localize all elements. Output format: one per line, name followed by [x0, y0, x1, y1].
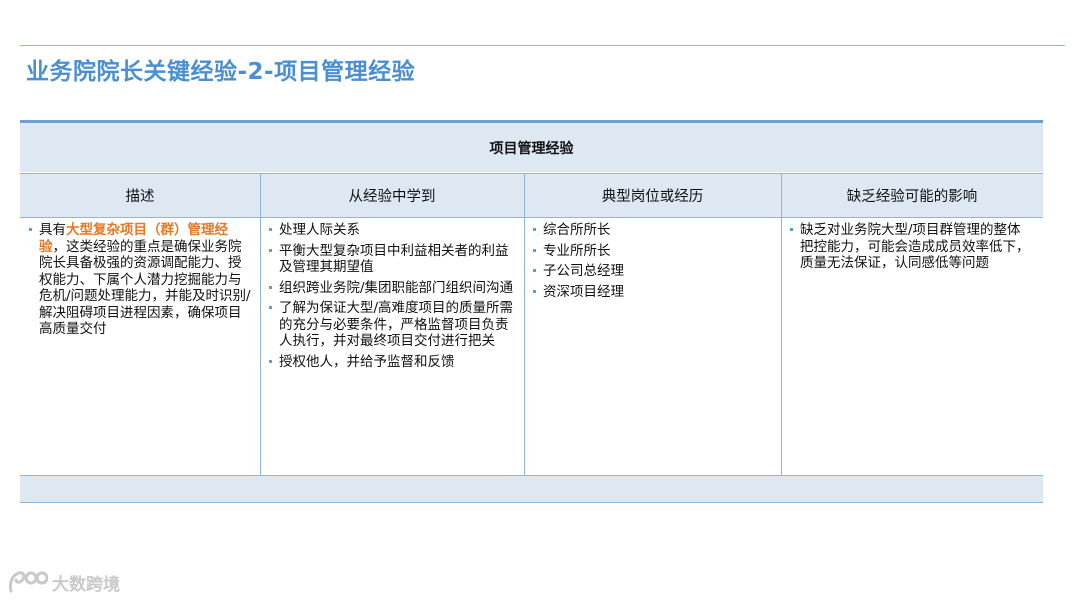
cell-learned: 处理人际关系 平衡大型复杂项目中利益相关者的利益及管理其期望值 组织跨业务院/集… [269, 222, 517, 374]
column-divider [781, 173, 782, 475]
learned-item: 平衡大型复杂项目中利益相关者的利益及管理其期望值 [269, 243, 517, 276]
table-footer-band [20, 475, 1043, 503]
learned-item: 了解为保证大型/高难度项目的质量所需的充分与必要条件，严格监督项目负责人执行，并… [269, 300, 517, 350]
cell-description: 具有大型复杂项目（群）管理经验，这类经验的重点是确保业务院院长具备极强的资源调配… [29, 222, 251, 342]
position-item: 综合所所长 [533, 222, 773, 239]
position-item: 专业所所长 [533, 243, 773, 260]
header-positions: 典型岗位或经历 [601, 189, 704, 205]
header-learned: 从经验中学到 [348, 189, 436, 205]
page-title: 业务院院长关键经验-2-项目管理经验 [26, 59, 416, 85]
experience-table: 项目管理经验 描述 从经验中学到 典型岗位或经历 缺乏经验可能的影响 具有大型复… [20, 120, 1043, 503]
top-rule [20, 45, 1065, 46]
description-item: 具有大型复杂项目（群）管理经验，这类经验的重点是确保业务院院长具备极强的资源调配… [29, 222, 251, 338]
learned-item: 处理人际关系 [269, 222, 517, 239]
table-caption: 项目管理经验 [20, 123, 1043, 172]
logo-icon [8, 569, 48, 595]
impact-item: 缺乏对业务院大型/项目群管理的整体把控能力，可能会造成成员效率低下，质量无法保证… [790, 222, 1034, 272]
position-item: 子公司总经理 [533, 263, 773, 280]
description-prefix: 具有 [39, 222, 66, 238]
learned-item: 组织跨业务院/集团职能部门组织间沟通 [269, 280, 517, 297]
watermark: 大数跨境 [8, 569, 120, 595]
column-divider [524, 173, 525, 475]
watermark-text: 大数跨境 [52, 574, 120, 595]
cell-impact: 缺乏对业务院大型/项目群管理的整体把控能力，可能会造成成员效率低下，质量无法保证… [790, 222, 1034, 276]
column-divider [260, 173, 261, 475]
description-text: ，这类经验的重点是确保业务院院长具备极强的资源调配能力、授权能力、下属个人潜力挖… [39, 238, 251, 338]
header-description: 描述 [125, 189, 155, 205]
table-header-row: 描述 从经验中学到 典型岗位或经历 缺乏经验可能的影响 [20, 173, 1043, 218]
cell-positions: 综合所所长 专业所所长 子公司总经理 资深项目经理 [533, 222, 773, 304]
learned-item: 授权他人，并给予监督和反馈 [269, 354, 517, 371]
header-impact: 缺乏经验可能的影响 [846, 189, 978, 205]
position-item: 资深项目经理 [533, 284, 773, 301]
